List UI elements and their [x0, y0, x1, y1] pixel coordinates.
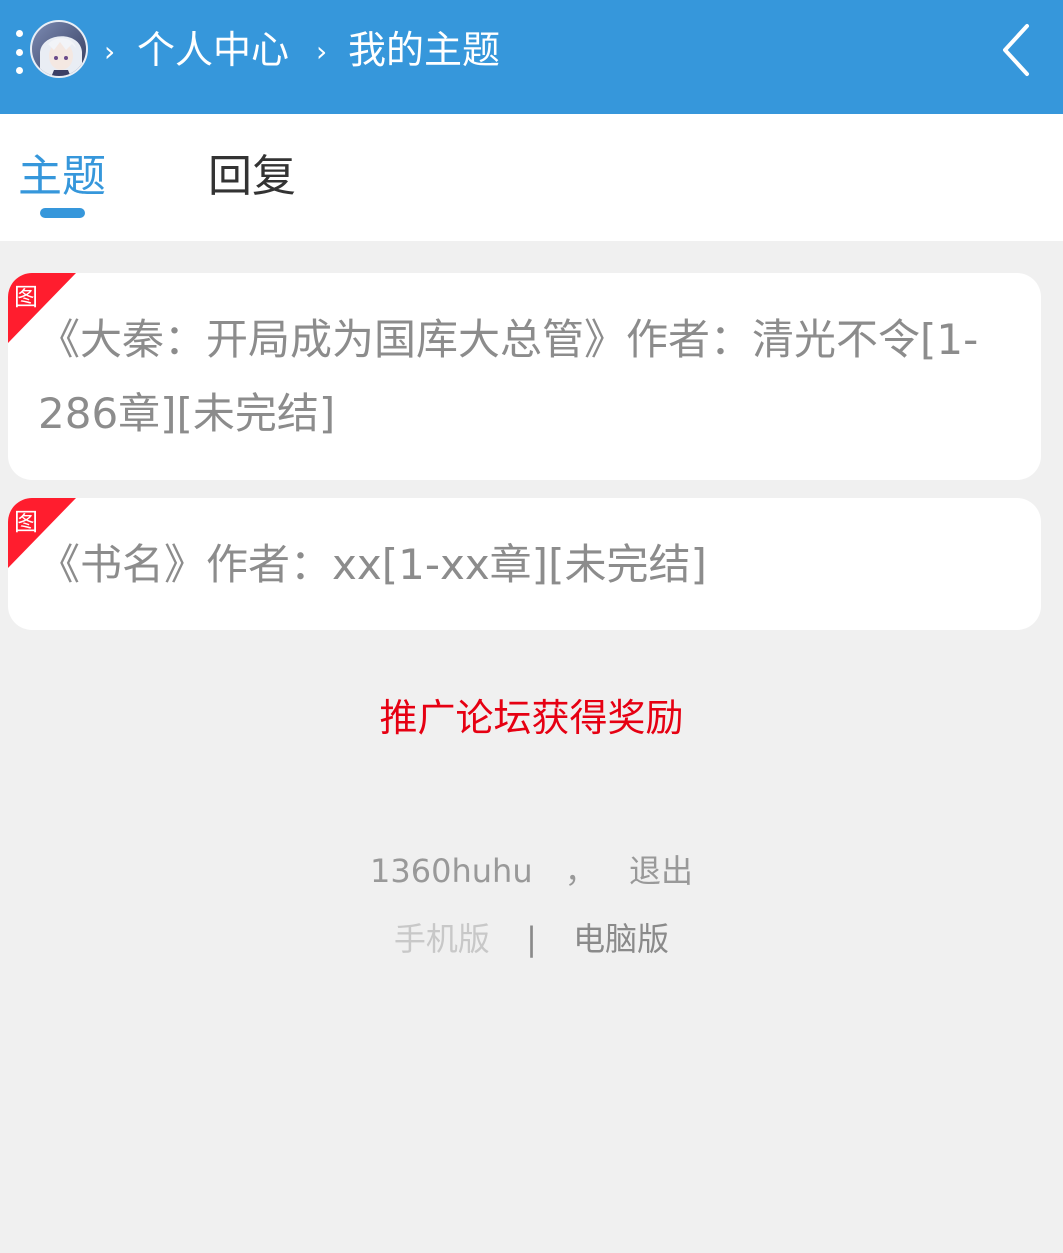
comma-separator: ， — [564, 852, 597, 890]
desktop-version-link[interactable]: 电脑版 — [573, 920, 669, 958]
footer-version-switch: 手机版 | 电脑版 — [0, 914, 1063, 964]
footer-user-line: 1360huhu ， 退出 — [0, 846, 1063, 896]
tab-bar: 主题 回复 — [0, 114, 1063, 241]
username-link[interactable]: 1360huhu — [370, 846, 533, 896]
thread-card[interactable]: 图 《大秦：开局成为国库大总管》作者：清光不令[1-286章][未完结] — [8, 273, 1041, 480]
promo-link[interactable]: 推广论坛获得奖励 — [0, 690, 1063, 746]
thread-card[interactable]: 图 《书名》作者：xx[1-xx章][未完结] — [8, 498, 1041, 630]
top-bar: › 个人中心 › 我的主题 — [0, 0, 1063, 114]
chevron-left-icon — [1003, 24, 1029, 76]
active-tab-indicator — [40, 208, 85, 218]
back-button[interactable] — [997, 22, 1037, 78]
logout-link[interactable]: 退出 — [629, 846, 693, 896]
version-divider: | — [526, 920, 537, 958]
avatar[interactable] — [30, 20, 88, 78]
thread-title[interactable]: 《大秦：开局成为国库大总管》作者：清光不令[1-286章][未完结] — [38, 303, 1021, 451]
thread-title[interactable]: 《书名》作者：xx[1-xx章][未完结] — [38, 528, 1021, 602]
tab-topics[interactable]: 主题 — [18, 148, 106, 206]
breadcrumb-personal-center[interactable]: 个人中心 — [137, 24, 289, 76]
menu-dots-icon[interactable] — [14, 30, 24, 74]
svg-text:图: 图 — [14, 283, 38, 311]
page-title: 我的主题 — [348, 28, 501, 72]
svg-text:图: 图 — [14, 508, 38, 536]
breadcrumb-separator: › — [316, 35, 328, 68]
tab-replies[interactable]: 回复 — [208, 148, 296, 206]
breadcrumb-separator: › — [104, 35, 116, 68]
mobile-version-link[interactable]: 手机版 — [394, 920, 490, 958]
